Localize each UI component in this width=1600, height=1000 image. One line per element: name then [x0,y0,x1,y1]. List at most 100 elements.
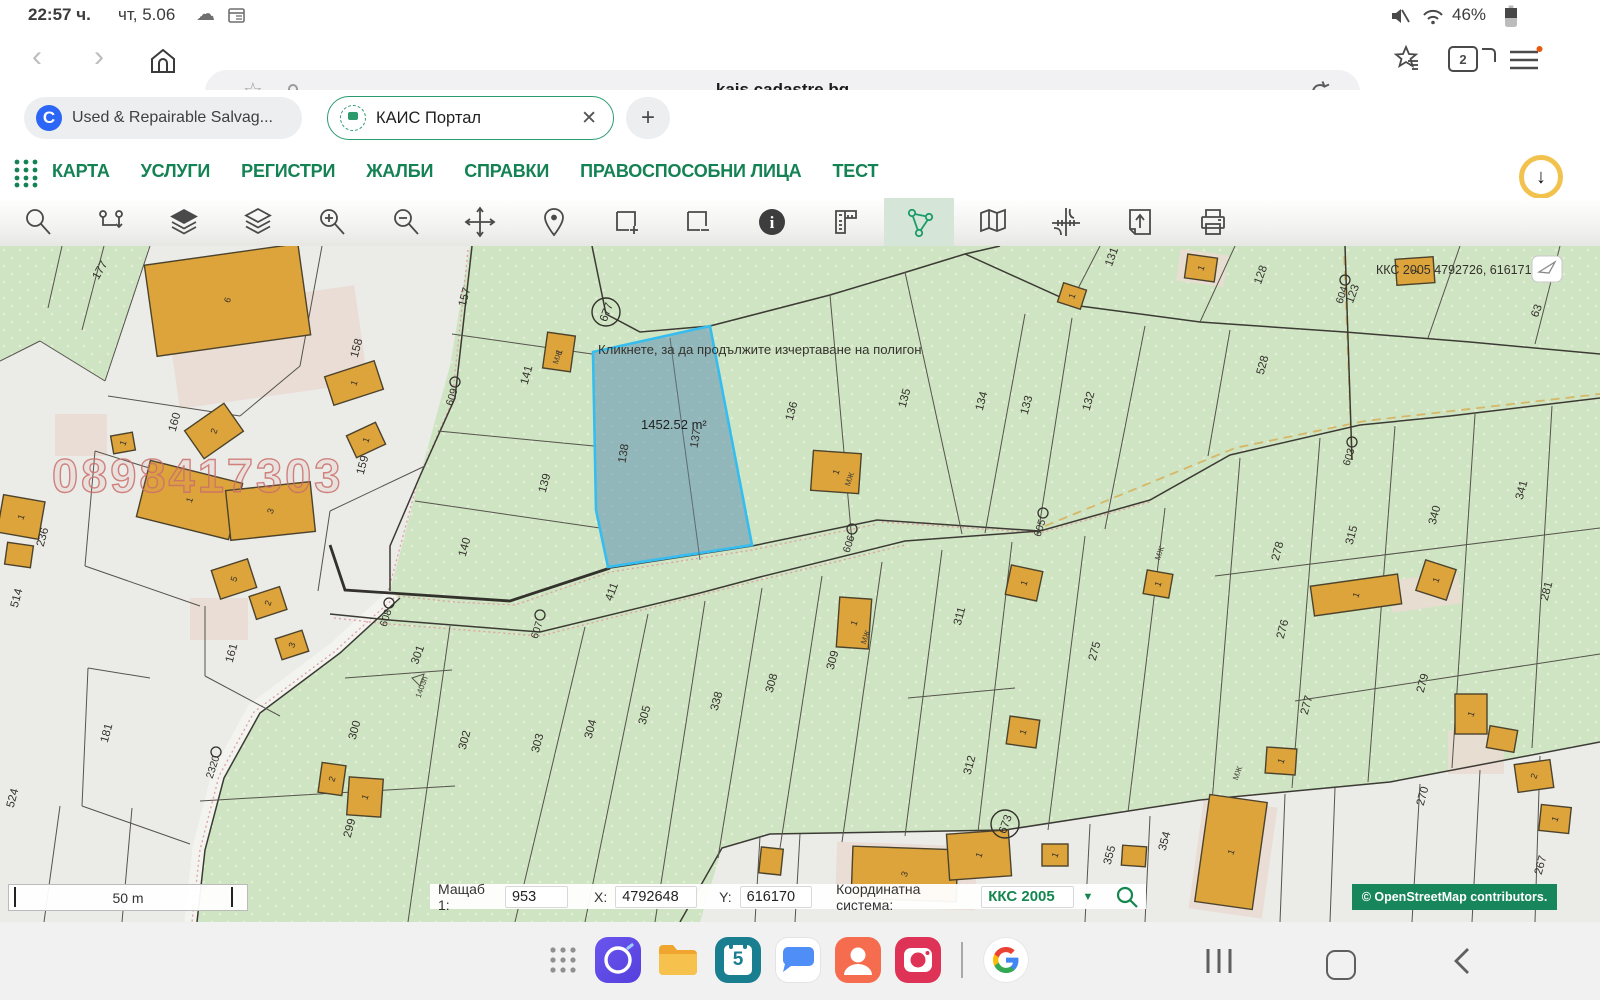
scale-bar-label: 50 m [112,890,143,906]
ruler-icon [831,207,861,237]
menu-karta[interactable]: КАРТА [52,161,110,182]
weather-cloud-icon: ☁ [196,3,215,26]
battery-percent: 46% [1452,5,1486,25]
apps-grid-icon[interactable] [12,158,42,188]
scale-label: Мащаб 1: [438,881,497,913]
readout-copy-button[interactable] [1532,256,1562,282]
status-date: чт, 5.06 [118,5,175,25]
tool-route[interactable] [76,198,146,246]
menu-test[interactable]: ТЕСТ [833,161,879,182]
close-tab-icon[interactable]: ✕ [581,107,597,130]
tool-zoom-rect-in[interactable] [592,198,662,246]
tool-locate[interactable] [519,198,589,246]
menu-pravospobni-litsa[interactable]: ПРАВОСПОСОБНИ ЛИЦА [580,161,801,182]
export-icon [1126,207,1154,237]
y-input[interactable]: 616170 [740,886,812,908]
back-button[interactable]: ‹ [32,40,42,74]
menu-registri[interactable]: РЕГИСТРИ [241,161,335,182]
tool-print[interactable] [1178,198,1248,246]
tabs-button[interactable]: 2 [1448,46,1478,72]
draw-polygon-icon [903,206,935,238]
messages-app[interactable] [775,937,821,983]
tool-zoom-in[interactable] [297,198,367,246]
tabs-button-stack [1482,48,1496,62]
tab-strip: C Used & Repairable Salvag... КАИС Порта… [0,90,1600,147]
home-button[interactable] [148,46,178,76]
mute-icon [1390,7,1410,25]
scale-bar: 50 m [8,884,248,911]
route-icon [96,207,126,237]
app-drawer-button[interactable] [545,942,581,978]
home-button-android[interactable] [1326,950,1356,980]
my-files-app[interactable] [655,937,701,983]
dock-divider [961,942,963,978]
download-circle-button[interactable]: ↓ [1519,155,1563,199]
menu-button[interactable] [1508,46,1544,74]
browser-toolbar: ‹ › ☆ kais.cadastre.bg 2 [0,32,1600,90]
tool-pan[interactable] [445,198,515,246]
tool-export[interactable] [1105,198,1175,246]
clock: 22:57 ч. [28,5,91,25]
tool-map-sheets[interactable] [958,198,1028,246]
menu-spravki[interactable]: СПРАВКИ [464,161,549,182]
map-building [1121,845,1146,867]
draw-tooltip: Кликнете, за да продължите изчертаване н… [598,342,922,357]
print-icon [1198,207,1228,237]
tool-transform[interactable] [1031,198,1101,246]
recents-button[interactable] [1200,944,1240,978]
layers-icon [243,207,273,237]
map-canvas[interactable]: 6112113152321111111111111121311117715714… [0,246,1600,922]
tool-measure[interactable] [811,198,881,246]
tab-kais-portal[interactable]: КАИС Портал ✕ [327,96,614,140]
search-icon [23,207,53,237]
x-label: X: [594,889,607,905]
rect-plus-icon [612,207,642,237]
watermark-phone: 0898417303 [52,449,343,502]
svg-text:i: i [770,213,775,232]
forward-button[interactable]: › [94,40,104,74]
info-icon: i [757,207,787,237]
back-button-android[interactable] [1448,944,1478,978]
y-label: Y: [719,889,731,905]
coord-search-icon[interactable] [1115,885,1138,909]
tool-info[interactable]: i [737,198,807,246]
menu-uslugi[interactable]: УСЛУГИ [141,161,211,182]
battery-icon [1504,5,1518,28]
x-input[interactable]: 4792648 [615,886,697,908]
map-status-strip: Мащаб 1: 953 X: 4792648 Y: 616170 Коорди… [430,884,1146,909]
crs-dropdown-arrow[interactable]: ▼ [1082,891,1093,903]
camera-app[interactable] [895,937,941,983]
tool-draw-polygon[interactable] [884,198,954,246]
bookmarks-button[interactable] [1392,44,1424,76]
coordinate-transform-icon [1050,206,1082,238]
yard-zone [190,598,248,640]
cadastre-map[interactable]: 6112113152321111111111111121311117715714… [0,246,1600,922]
polygon-area-label: 1452.52 m² [641,417,707,432]
coordinate-readout: ККС 2005 4792726, 616171 [1376,263,1532,277]
new-tab-button[interactable]: + [626,97,670,139]
android-dock: 5 [0,922,1600,1000]
menu-notification-dot [1537,46,1543,52]
rect-minus-icon [683,207,713,237]
folded-map-icon [977,207,1009,237]
tablet-screen: 22:57 ч. чт, 5.06 ☁ 46% ‹ › [0,0,1600,1000]
tool-layers[interactable] [223,198,293,246]
calendar-app[interactable]: 5 [715,937,761,983]
tool-search[interactable] [3,198,73,246]
tool-zoom-out[interactable] [371,198,441,246]
crs-select[interactable]: ККС 2005 [981,886,1074,908]
tool-layers-top[interactable] [149,198,219,246]
tool-zoom-rect-out[interactable] [663,198,733,246]
menu-zhalbi[interactable]: ЖАЛБИ [366,161,433,182]
menu-items: КАРТА УСЛУГИ РЕГИСТРИ ЖАЛБИ СПРАВКИ ПРАВ… [52,161,878,182]
tab-used-repairable[interactable]: C Used & Repairable Salvag... [24,97,302,139]
tab-label: Used & Repairable Salvag... [72,109,273,127]
scale-input[interactable]: 953 [505,886,568,908]
kais-favicon [340,105,366,131]
contacts-app[interactable] [835,937,881,983]
google-app[interactable] [983,937,1029,983]
calendar-notification-icon [228,8,245,23]
portal-menu-bar: КАРТА УСЛУГИ РЕГИСТРИ ЖАЛБИ СПРАВКИ ПРАВ… [0,146,1600,198]
location-pin-icon [539,207,569,237]
samsung-internet-app[interactable] [595,937,641,983]
